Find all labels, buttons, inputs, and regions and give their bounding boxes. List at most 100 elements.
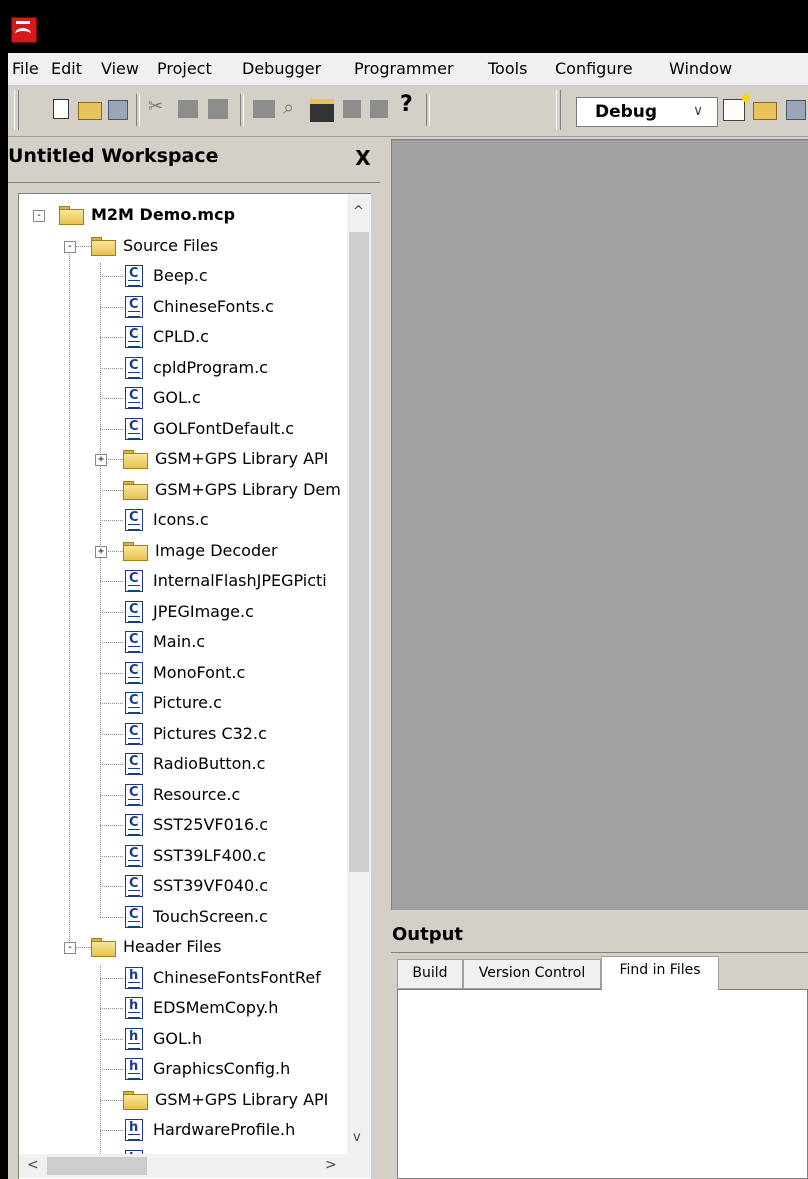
menu-window[interactable]: Window — [669, 59, 732, 78]
find-icon[interactable]: ⌕ — [283, 95, 305, 119]
tree-item[interactable]: C Resource.c — [19, 782, 349, 808]
build-config-select[interactable]: Debug ∨ — [576, 97, 718, 127]
tree-guide-line — [100, 367, 123, 369]
menu-tools[interactable]: Tools — [488, 59, 527, 78]
cut-icon[interactable]: ✂ — [148, 96, 166, 117]
tree-item[interactable]: C SST39VF040.c — [19, 873, 349, 899]
title-bar — [8, 8, 808, 53]
tree-guide-line — [100, 1130, 123, 1131]
c-file-icon: C — [125, 905, 143, 928]
build-icon[interactable] — [310, 99, 334, 122]
tree-item[interactable]: C JPEGImage.c — [19, 599, 349, 625]
tree-item-label: CPLD.c — [153, 327, 209, 346]
tree-item-label: cpldProgram.c — [153, 357, 268, 377]
tree-item[interactable]: - Header Files — [19, 934, 349, 960]
tree-item[interactable]: CcpldProgram.c — [19, 355, 349, 381]
tree-item[interactable]: h GOL.h — [19, 1026, 349, 1052]
tree-item[interactable]: C Pictures C32.c — [19, 721, 349, 747]
menu-view[interactable]: View — [101, 59, 139, 78]
tree-item[interactable]: C SST39LF400.c — [19, 843, 349, 869]
toolbar-grip[interactable] — [14, 90, 19, 130]
flag-icon[interactable] — [370, 100, 388, 118]
tree-guide-line — [100, 306, 123, 308]
vertical-scrollbar[interactable]: ^ v — [347, 194, 371, 1154]
tree-item[interactable]: C RadioButton.c — [19, 751, 349, 777]
build-config-value: Debug — [595, 102, 658, 122]
output-content[interactable] — [397, 989, 808, 1179]
save-project-icon[interactable] — [786, 100, 806, 120]
tab-build[interactable]: Build — [397, 959, 463, 989]
scroll-thumb[interactable] — [47, 1157, 147, 1175]
menu-file[interactable]: File — [12, 59, 39, 78]
tab-find-in-files[interactable]: Find in Files — [601, 956, 719, 990]
tree-guide-line — [100, 489, 123, 491]
tree-item[interactable]: GSM+GPS Library Dem — [19, 477, 349, 503]
scroll-left-icon[interactable]: < — [27, 1157, 39, 1173]
tree-item[interactable]: C MonoFont.c — [19, 660, 349, 686]
tree-item[interactable]: + Image Decoder — [19, 538, 349, 564]
expand-icon[interactable]: + — [95, 454, 107, 466]
open-folder-icon[interactable] — [78, 102, 102, 120]
tree-guide-line — [100, 1008, 123, 1009]
new-project-icon[interactable] — [723, 94, 750, 121]
tree-item[interactable]: C Main.c — [19, 629, 349, 655]
copy-icon[interactable] — [178, 100, 198, 118]
menu-programmer[interactable]: Programmer — [354, 59, 454, 78]
tree-item[interactable]: C InternalFlashJPEGPicti — [19, 568, 349, 594]
help-icon[interactable]: ? — [400, 92, 416, 117]
print-icon[interactable] — [253, 100, 275, 118]
tree-item[interactable]: h EDSMemCopy.h — [19, 995, 349, 1021]
collapse-icon[interactable]: - — [64, 942, 76, 954]
tree-item[interactable]: h ChineseFontsFontRef — [19, 965, 349, 991]
folder-icon — [91, 236, 116, 256]
menu-project[interactable]: Project — [157, 59, 212, 78]
tree-item[interactable]: C Icons.c — [19, 507, 349, 533]
tree-item[interactable]: + GSM+GPS Library API — [19, 446, 349, 472]
tree-guide-line — [100, 581, 123, 582]
save-icon[interactable] — [108, 100, 128, 120]
menu-edit[interactable]: Edit — [51, 59, 82, 78]
tree-item[interactable]: C ChineseFonts.c — [19, 294, 349, 320]
tree-item[interactable]: - Source Files — [19, 233, 349, 259]
tree-item-label: InternalFlashJPEGPicti — [153, 571, 327, 590]
chevron-down-icon[interactable]: ∨ — [693, 103, 703, 119]
output-panel: Output Build Version Control Find in Fil… — [391, 918, 808, 1179]
editor-area[interactable] — [391, 139, 808, 910]
expand-icon[interactable]: + — [95, 545, 107, 558]
tree-item[interactable]: h GraphicsConfig.h — [19, 1056, 349, 1082]
tree-item[interactable]: h HardwareProfile.h — [19, 1117, 349, 1143]
collapse-icon[interactable]: - — [64, 240, 76, 253]
scroll-up-icon[interactable]: ^ — [353, 204, 364, 219]
tree-item-label: EDSMemCopy.h — [153, 998, 279, 1017]
horizontal-scrollbar[interactable]: < > — [19, 1154, 371, 1178]
header-file-icon: h — [125, 997, 143, 1019]
tree-item[interactable]: C CPLD.c — [19, 324, 349, 350]
tree-item[interactable]: C SST25VF016.c — [19, 812, 349, 838]
tree-item[interactable]: GSM+GPS Library API — [19, 1087, 349, 1113]
menu-configure[interactable]: Configure — [555, 59, 633, 78]
tab-version-control[interactable]: Version Control — [463, 959, 601, 989]
bookmark-icon[interactable] — [343, 100, 361, 118]
header-file-icon: h — [125, 1027, 143, 1050]
toolbar-grip[interactable] — [556, 90, 561, 130]
tree-item[interactable]: C GOLFontDefault.c — [19, 416, 349, 442]
tree-item-label: ChineseFonts.c — [153, 296, 274, 316]
new-file-icon[interactable] — [53, 99, 69, 119]
tree-guide-line — [100, 1069, 123, 1070]
tree-item[interactable]: C GOL.c — [19, 385, 349, 411]
scroll-thumb[interactable] — [349, 232, 369, 872]
scroll-down-icon[interactable]: v — [353, 1130, 361, 1145]
tree-item[interactable]: C Picture.c — [19, 690, 349, 716]
tree-item[interactable]: - M2M Demo.mcp — [19, 202, 349, 228]
tree-item[interactable]: C Beep.c — [19, 263, 349, 289]
scroll-right-icon[interactable]: > — [325, 1157, 337, 1173]
tree-guide-line — [100, 703, 123, 704]
tree-item-label: GSM+GPS Library API — [155, 1089, 329, 1109]
tree-item[interactable]: C TouchScreen.c — [19, 904, 349, 930]
close-icon[interactable]: X — [352, 147, 374, 169]
collapse-icon[interactable]: - — [33, 210, 45, 222]
paste-icon[interactable] — [208, 99, 228, 119]
open-project-icon[interactable] — [753, 102, 777, 120]
menu-debugger[interactable]: Debugger — [242, 59, 321, 78]
c-file-icon: C — [125, 631, 143, 653]
